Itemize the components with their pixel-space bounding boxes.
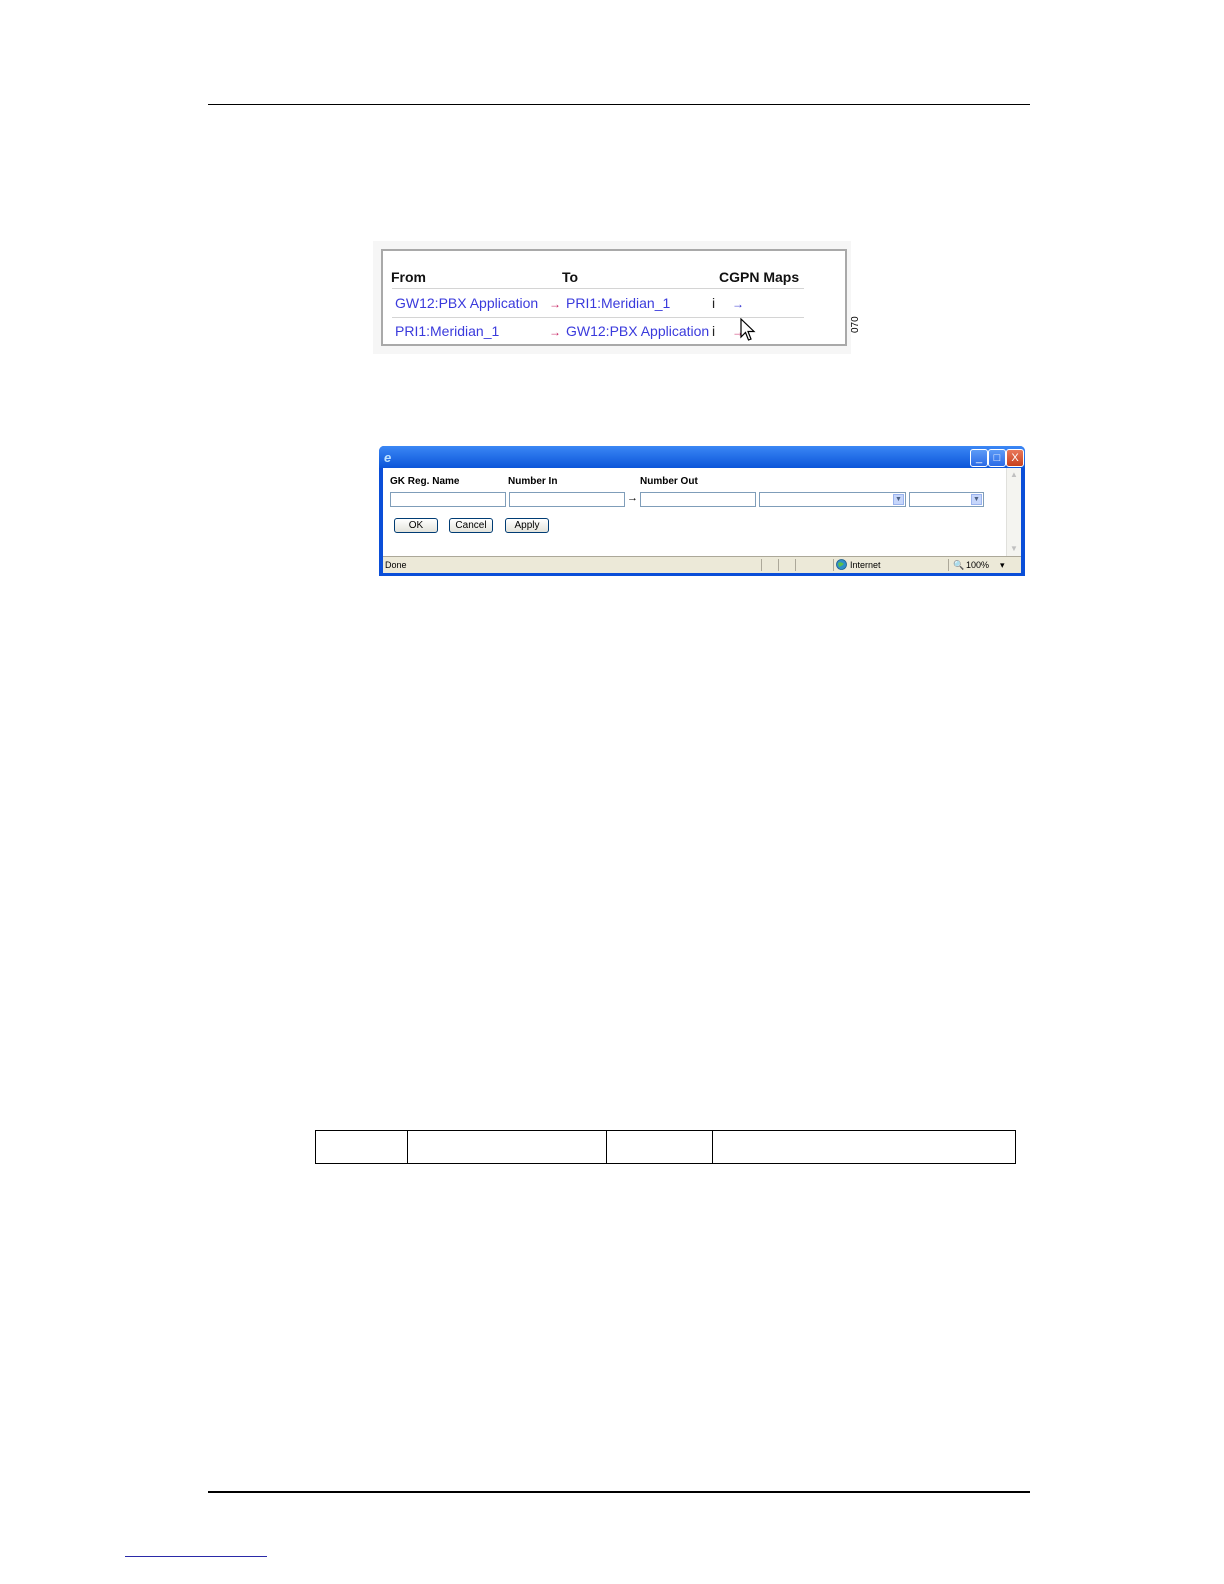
row1-from-link[interactable]: GW12:PBX Application [395, 295, 538, 311]
status-bar: Done Internet 🔍 100% ▾ [383, 556, 1021, 573]
row1-route-arrow: → [549, 297, 561, 311]
scroll-down-icon[interactable]: ▼ [1008, 543, 1020, 555]
number-out-label: Number Out [640, 476, 698, 487]
row1-info-icon[interactable]: i [712, 295, 715, 311]
minimize-button[interactable]: _ [970, 449, 988, 467]
gk-reg-name-label: GK Reg. Name [390, 476, 460, 487]
window-titlebar[interactable]: e _ □ X [379, 446, 1025, 468]
row1-to-link[interactable]: PRI1:Meridian_1 [566, 295, 670, 311]
status-divider [778, 559, 779, 571]
footer-rule [208, 1491, 1030, 1493]
cgpn-map-popup-window: e _ □ X GK Reg. Name Number In Number Ou… [379, 446, 1025, 576]
row1-cgpn-map-arrow-icon[interactable]: → [732, 297, 744, 311]
maximize-button[interactable]: □ [988, 449, 1006, 467]
number-out-input[interactable] [640, 492, 756, 507]
footer-link-underline [125, 1556, 267, 1557]
status-divider [761, 559, 762, 571]
row2-info-icon[interactable]: i [712, 323, 715, 339]
table-row [315, 1130, 1016, 1164]
close-button[interactable]: X [1006, 449, 1024, 467]
to-column-header: To [562, 269, 579, 285]
table-cell [315, 1130, 408, 1164]
popup-content: GK Reg. Name Number In Number Out → ▼ ▼ … [383, 468, 1021, 556]
cgpn-maps-panel: From To CGPN Maps GW12:PBX Application →… [381, 249, 847, 346]
status-divider [948, 559, 949, 571]
numbering-plan-select[interactable]: ▼ [909, 492, 984, 507]
table-cell [712, 1130, 1016, 1164]
row2-route-arrow: → [549, 325, 561, 339]
row2-to-link[interactable]: GW12:PBX Application [566, 323, 709, 339]
zoom-icon[interactable]: 🔍 [953, 560, 964, 571]
empty-table [315, 1130, 1016, 1164]
cancel-button[interactable]: Cancel [449, 518, 493, 533]
ie-browser-icon: e [384, 450, 392, 465]
scroll-up-icon[interactable]: ▲ [1008, 469, 1020, 481]
status-divider [795, 559, 796, 571]
row2-from-link[interactable]: PRI1:Meridian_1 [395, 323, 499, 339]
cgpn-maps-screenshot: From To CGPN Maps GW12:PBX Application →… [373, 241, 851, 354]
figure-id: 070 [850, 316, 861, 333]
zoom-level[interactable]: 100% [966, 560, 989, 570]
number-type-select[interactable]: ▼ [759, 492, 906, 507]
security-zone: Internet [850, 560, 881, 570]
gk-reg-name-input[interactable] [390, 492, 506, 507]
zoom-dropdown-icon[interactable]: ▾ [1000, 560, 1005, 571]
vertical-scrollbar[interactable]: ▲ ▼ [1006, 468, 1021, 556]
mapping-arrow: → [627, 492, 638, 504]
apply-button[interactable]: Apply [505, 518, 549, 533]
chevron-down-icon[interactable]: ▼ [971, 494, 982, 505]
from-column-header: From [391, 269, 426, 285]
header-rule [208, 104, 1030, 105]
cgpn-maps-column-header: CGPN Maps [719, 269, 800, 285]
globe-icon [836, 559, 847, 570]
mouse-pointer-icon [740, 318, 756, 341]
number-in-label: Number In [508, 476, 558, 487]
header-separator [392, 288, 804, 289]
status-divider [833, 559, 834, 571]
chevron-down-icon[interactable]: ▼ [893, 494, 904, 505]
ok-button[interactable]: OK [394, 518, 438, 533]
status-text: Done [385, 560, 407, 570]
table-cell [606, 1130, 713, 1164]
number-in-input[interactable] [509, 492, 625, 507]
table-cell [407, 1130, 607, 1164]
